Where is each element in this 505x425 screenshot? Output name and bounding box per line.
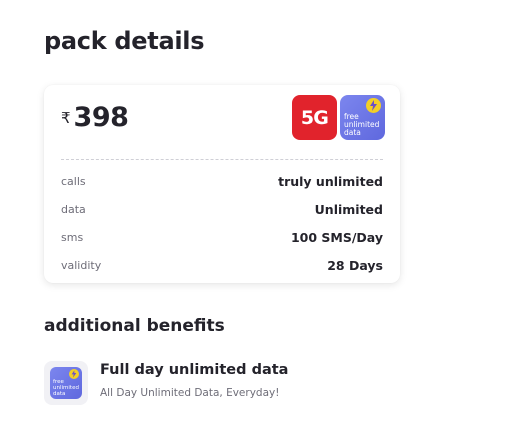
detail-value: 100 SMS/Day bbox=[290, 229, 383, 245]
dashed-divider bbox=[61, 159, 383, 160]
detail-label: sms bbox=[61, 230, 84, 244]
benefit-title: Full day unlimited data bbox=[100, 362, 289, 378]
detail-row-validity: validity 28 Days bbox=[61, 256, 383, 274]
unlimited-data-badge-text: free unlimited data bbox=[344, 112, 380, 137]
price: ₹ 398 bbox=[61, 101, 129, 135]
detail-row-calls: calls truly unlimited bbox=[61, 172, 383, 190]
pack-badges: 5G free unlimited data bbox=[292, 95, 385, 140]
unlimited-data-badge: free unlimited data bbox=[340, 95, 385, 140]
5g-badge: 5G bbox=[292, 95, 337, 140]
additional-benefits-heading: additional benefits bbox=[44, 316, 225, 336]
detail-value: truly unlimited bbox=[278, 173, 383, 189]
unlimited-data-icon: free unlimited data bbox=[50, 367, 82, 399]
detail-value: 28 Days bbox=[327, 257, 383, 273]
benefit-icon-container: free unlimited data bbox=[44, 361, 88, 405]
detail-row-sms: sms 100 SMS/Day bbox=[61, 228, 383, 246]
detail-label: calls bbox=[61, 174, 86, 188]
pack-details-heading: pack details bbox=[44, 27, 205, 55]
pack-details-page: pack details ₹ 398 5G free unlimited dat… bbox=[0, 0, 505, 425]
detail-label: validity bbox=[61, 258, 102, 272]
pack-card: ₹ 398 5G free unlimited data calls truly bbox=[44, 85, 400, 283]
detail-row-data: data Unlimited bbox=[61, 200, 383, 218]
unlimited-data-icon-text: free unlimited data bbox=[53, 379, 79, 397]
lightning-icon bbox=[366, 98, 381, 113]
detail-label: data bbox=[61, 202, 86, 216]
5g-badge-label: 5G bbox=[300, 106, 329, 129]
lightning-icon bbox=[69, 369, 79, 379]
detail-value: Unlimited bbox=[314, 201, 383, 217]
benefit-item: free unlimited data Full day unlimited d… bbox=[44, 361, 404, 407]
price-value: 398 bbox=[73, 102, 129, 133]
benefit-description: All Day Unlimited Data, Everyday! bbox=[100, 387, 280, 399]
currency-symbol: ₹ bbox=[61, 109, 71, 127]
